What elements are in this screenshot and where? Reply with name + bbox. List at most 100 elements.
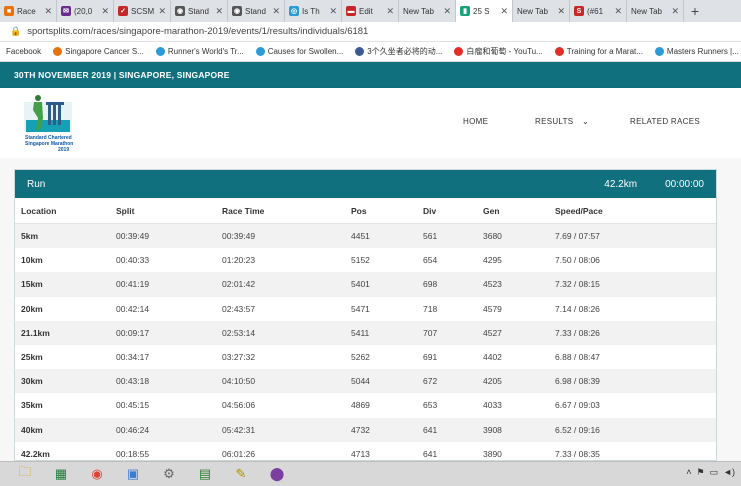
bookmark-label: 3个久坐者必将的动...	[367, 47, 443, 56]
browser-tab[interactable]: ✉ (20,0 ✕	[57, 0, 114, 22]
bookmark-favicon-icon	[554, 47, 564, 56]
browser-tab[interactable]: New Tab ✕	[513, 0, 570, 22]
close-tab-icon[interactable]: ✕	[329, 6, 337, 17]
table-cell: 05:42:31	[222, 424, 256, 435]
table-cell: 00:39:49	[116, 231, 150, 242]
calculator-icon[interactable]: ▤	[190, 463, 220, 485]
event-date-banner: 30TH NOVEMBER 2019 | SINGAPORE, SINGAPOR…	[0, 62, 741, 88]
table-cell: 25km	[21, 352, 43, 363]
bookmark-item[interactable]: Causes for Swollen...	[255, 47, 343, 56]
table-cell: 4869	[351, 400, 370, 411]
bookmark-item[interactable]: Facebook	[6, 47, 41, 56]
close-tab-icon[interactable]: ✕	[215, 6, 223, 17]
tab-favicon-icon: S	[574, 6, 584, 16]
table-cell: 04:10:50	[222, 376, 256, 387]
table-cell: 01:20:23	[222, 255, 256, 266]
table-row: 20km 00:42:14 02:43:57 5471 718 4579 7.14 / 08…	[15, 297, 716, 321]
browser-tab[interactable]: ✓ SCSM ✕	[114, 0, 171, 22]
volume-icon[interactable]: ◄)	[723, 467, 735, 478]
table-cell: 00:39:49	[222, 231, 256, 242]
browser-tab[interactable]: ▬ Edit ✕	[342, 0, 399, 22]
browser-tab-strip: ■ Race ✕ ✉ (20,0 ✕ ✓ SCSM ✕ ◉ Stand ✕ ◉ Stand ✕ ◎ Is Th ✕…	[0, 0, 741, 22]
browser-tab[interactable]: New Tab ✕	[627, 0, 684, 22]
browser-tab[interactable]: S (#61 ✕	[570, 0, 627, 22]
tab-favicon-icon: ✉	[61, 6, 71, 16]
browser-tab[interactable]: ◉ Stand ✕	[171, 0, 228, 22]
table-cell: 5044	[351, 376, 370, 387]
notes-icon[interactable]: ✎	[226, 463, 256, 485]
table-cell: 5km	[21, 231, 39, 242]
close-tab-icon[interactable]: ✕	[671, 6, 679, 17]
tools-icon[interactable]: ⚙	[154, 463, 184, 485]
tab-favicon-icon: ◎	[289, 6, 299, 16]
table-cell: 40km	[21, 424, 43, 435]
bookmark-item[interactable]: 白瘤和葡萄 - YouTu...	[454, 46, 543, 57]
tab-title: Edit	[359, 6, 373, 16]
file-explorer-icon[interactable]: 🗀	[10, 463, 40, 485]
address-bar[interactable]: 🔒 sportsplits.com/races/singapore-marath…	[0, 22, 741, 42]
table-cell: 7.33 / 08:35	[555, 448, 600, 459]
site-header: Standard Chartered Singapore Marathon 20…	[0, 88, 741, 158]
bookmark-item[interactable]: Singapore Cancer S...	[53, 47, 144, 56]
spreadsheet-icon[interactable]: ▦	[46, 463, 76, 485]
browser-tab[interactable]: ◉ Stand ✕	[228, 0, 285, 22]
vpn-icon[interactable]: ⬤	[262, 463, 292, 485]
bookmark-item[interactable]: 3个久坐者必将的动...	[355, 46, 442, 57]
bookmark-item[interactable]: Masters Runners |...	[654, 47, 739, 56]
close-tab-icon[interactable]: ✕	[443, 6, 451, 17]
close-tab-icon[interactable]: ✕	[44, 6, 52, 17]
table-cell: 4527	[483, 327, 502, 338]
lock-icon[interactable]: 🔒	[10, 26, 21, 37]
table-cell: 4579	[483, 303, 502, 314]
table-cell: 3908	[483, 424, 502, 435]
new-tab-button[interactable]: +	[684, 0, 706, 22]
nav-related-races[interactable]: RELATED RACES	[630, 117, 700, 126]
chevron-up-icon[interactable]: ˄	[686, 467, 691, 478]
table-cell: 5411	[351, 327, 370, 338]
nav-home[interactable]: HOME	[463, 117, 488, 126]
photos-icon[interactable]: ▣	[118, 463, 148, 485]
nav-results[interactable]: RESULTS ⌄	[535, 117, 589, 126]
tab-favicon-icon: ✓	[118, 6, 128, 16]
results-card-header: Run 42.2km 00:00:00	[15, 170, 716, 198]
table-cell: 00:18:55	[116, 448, 150, 459]
close-tab-icon[interactable]: ✕	[101, 6, 109, 17]
bookmark-favicon-icon	[255, 47, 265, 56]
event-title: Run	[27, 178, 46, 190]
bookmark-label: Facebook	[6, 47, 42, 56]
bookmark-label: Masters Runners |...	[666, 47, 739, 56]
browser-tab[interactable]: New Tab ✕	[399, 0, 456, 22]
marathon-logo[interactable]: Standard Chartered Singapore Marathon 20…	[24, 92, 76, 154]
chrome-icon[interactable]: ◉	[82, 463, 112, 485]
table-row: 21.1km 00:09:17 02:53:14 5411 707 4527 7.33 / …	[15, 320, 716, 345]
table-cell: 02:43:57	[222, 303, 256, 314]
table-cell: 4033	[483, 400, 502, 411]
network-icon[interactable]: ▭	[710, 467, 719, 478]
bookmark-label: 白瘤和葡萄 - YouTu...	[466, 47, 543, 56]
results-card: Run 42.2km 00:00:00 Location Split Race Ti…	[14, 169, 717, 461]
table-cell: 06:01:26	[222, 448, 256, 459]
table-cell: 707	[423, 327, 438, 338]
url-text[interactable]: sportsplits.com/races/singapore-marathon…	[27, 26, 368, 37]
table-cell: 03:27:32	[222, 352, 256, 363]
close-tab-icon[interactable]: ✕	[272, 6, 280, 17]
close-tab-icon[interactable]: ✕	[158, 6, 166, 17]
bookmark-item[interactable]: Training for a Marat...	[554, 47, 643, 56]
close-tab-icon[interactable]: ✕	[500, 6, 508, 17]
bookmark-item[interactable]: Runner's World's Tr...	[155, 47, 244, 56]
table-cell: 4205	[483, 376, 502, 387]
table-cell: 7.69 / 07:57	[555, 231, 600, 242]
close-tab-icon[interactable]: ✕	[386, 6, 394, 17]
bookmarks-bar: Facebook Singapore Cancer S... Runner's Wo…	[0, 42, 741, 62]
tab-title: (#61	[587, 6, 604, 16]
flag-icon[interactable]: ⚑	[697, 467, 705, 478]
table-cell: 654	[423, 255, 438, 266]
browser-tab[interactable]: ◎ Is Th ✕	[285, 0, 342, 22]
browser-tab[interactable]: ■ Race ✕	[0, 0, 57, 22]
table-cell: 653	[423, 400, 438, 411]
table-cell: 04:56:06	[222, 400, 256, 411]
close-tab-icon[interactable]: ✕	[557, 6, 565, 17]
table-cell: 00:34:17	[116, 352, 150, 363]
close-tab-icon[interactable]: ✕	[614, 6, 622, 17]
browser-tab[interactable]: ▮ 25 S ✕	[456, 0, 513, 22]
